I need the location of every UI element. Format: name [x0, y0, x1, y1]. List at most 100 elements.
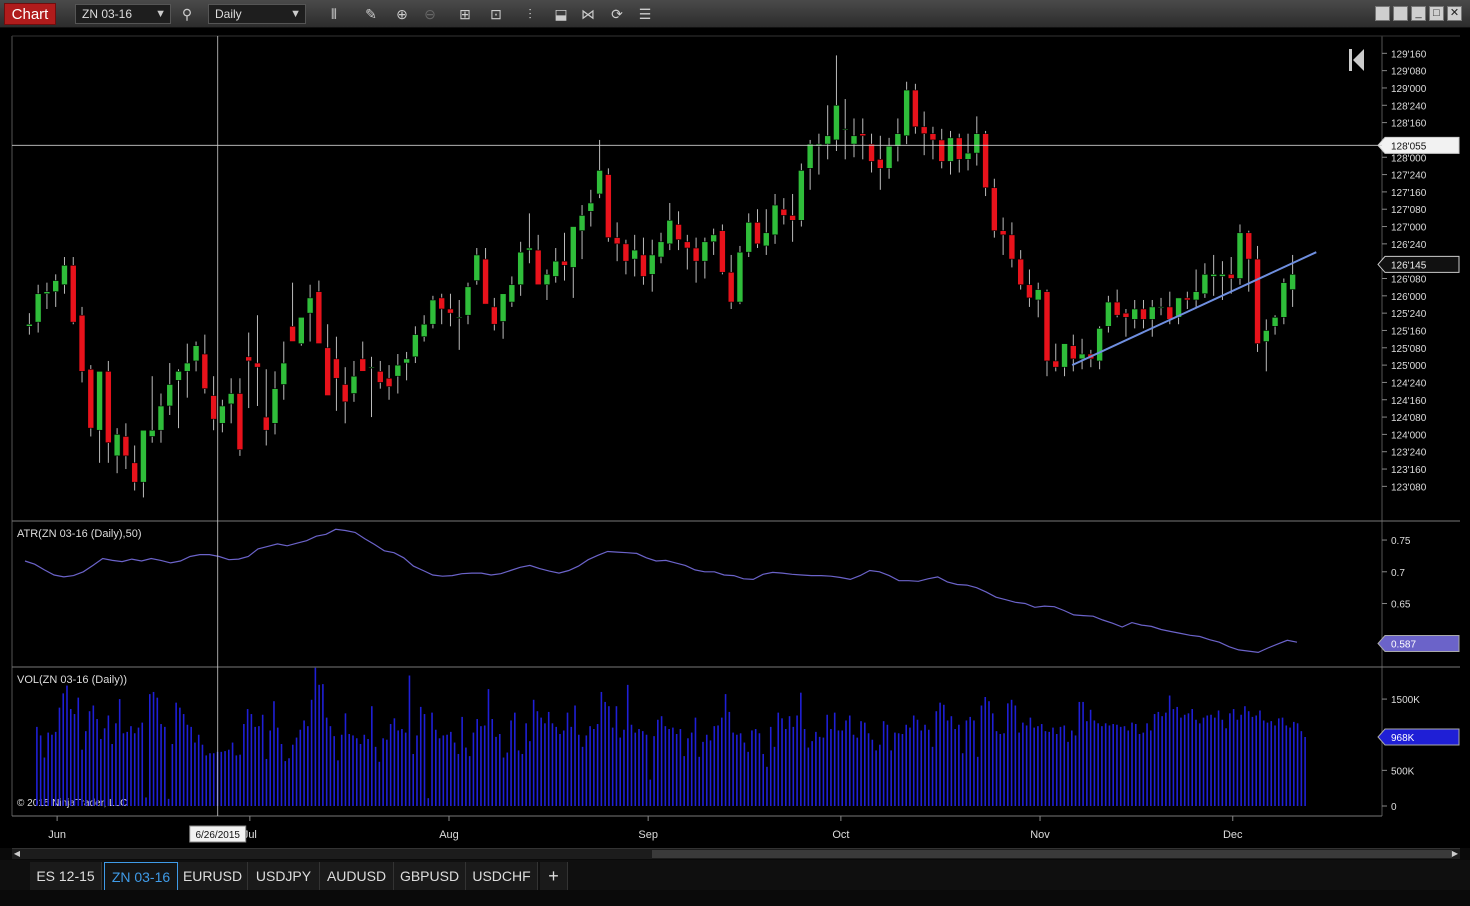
candle-body: [394, 364, 402, 377]
indicators-icon[interactable]: ⫶: [520, 4, 540, 24]
candle-body: [1192, 291, 1200, 301]
drawing-tool-pencil-icon[interactable]: ✎: [361, 4, 381, 24]
tab-gbpusd[interactable]: GBPUSD: [394, 862, 466, 890]
candle-body: [420, 323, 428, 338]
price-marker-label: 128'055: [1391, 141, 1427, 152]
price-axis-label: 126'080: [1391, 275, 1427, 286]
candle-body: [1113, 301, 1121, 316]
price-axis-label: 124'000: [1391, 430, 1427, 441]
close-icon[interactable]: ✕: [1447, 6, 1462, 21]
price-axis-label: 124'240: [1391, 378, 1427, 389]
horizontal-scrollbar[interactable]: ◀ ▶: [12, 848, 1460, 859]
reload-icon[interactable]: ⟳: [607, 4, 627, 24]
price-axis-label: 124'080: [1391, 413, 1427, 424]
candle-body: [771, 204, 779, 236]
candle-body: [613, 237, 621, 245]
candle-body: [1008, 234, 1016, 260]
candle-body: [569, 226, 577, 268]
zoom-out-icon[interactable]: ⊖: [420, 4, 440, 24]
chart-canvas[interactable]: 129'160 129'080 129'000 128'240 128'160 128'0…: [0, 28, 1470, 848]
candle-body: [105, 371, 112, 444]
tab-usdjpy[interactable]: USDJPY: [248, 862, 320, 890]
candle-body: [850, 135, 858, 145]
chart-menu-button[interactable]: Chart: [4, 3, 56, 25]
candle-body: [824, 135, 831, 145]
candle-body: [1201, 274, 1209, 295]
scrollbar-thumb[interactable]: [652, 850, 1452, 858]
maximize-icon[interactable]: □: [1429, 6, 1444, 21]
candle-body: [1245, 232, 1253, 260]
tab-zn-03-16[interactable]: ZN 03-16: [104, 862, 178, 890]
tab-audusd[interactable]: AUDUSD: [320, 862, 394, 890]
candle-body: [1166, 306, 1174, 320]
minimize-icon[interactable]: _: [1411, 6, 1426, 21]
price-axis-label: 125'080: [1391, 344, 1427, 355]
candle-body: [964, 152, 972, 160]
candle-body: [648, 254, 656, 275]
candle-body: [710, 234, 717, 243]
properties-list-icon[interactable]: ☰: [635, 4, 655, 24]
candle-body: [780, 208, 788, 216]
candle-body: [999, 230, 1007, 236]
tab-usdchf[interactable]: USDCHF: [466, 862, 538, 890]
time-axis-label: Nov: [1030, 829, 1050, 841]
candle-body: [43, 291, 51, 295]
candle-body: [78, 314, 86, 372]
tab-eurusd[interactable]: EURUSD: [178, 862, 248, 890]
candle-body: [1078, 353, 1086, 360]
candle: [719, 224, 726, 275]
strategies-icon[interactable]: ⬓: [551, 4, 571, 24]
atr-value-label: 0.587: [1391, 640, 1416, 651]
scroll-left-icon[interactable]: ◀: [12, 849, 22, 859]
candle-body: [982, 133, 989, 189]
candle: [605, 168, 612, 242]
crosshair-grid-icon[interactable]: ⊞: [455, 4, 475, 24]
candle: [736, 245, 744, 305]
candle-body: [385, 377, 393, 387]
candle-body: [306, 297, 314, 314]
price-axis-label: 124'160: [1391, 396, 1427, 407]
price-axis-label: 123'080: [1391, 482, 1427, 493]
tile-left-icon[interactable]: [1375, 6, 1390, 21]
candle-body: [192, 345, 200, 362]
candle-body: [1096, 328, 1103, 362]
candle-body: [947, 137, 954, 162]
zoom-in-icon[interactable]: ⊕: [392, 4, 412, 24]
candle-body: [166, 384, 174, 407]
candle-body: [148, 429, 156, 437]
candle-body: [438, 297, 445, 310]
candle-body: [534, 249, 542, 286]
period-selector[interactable]: Daily ▼: [208, 4, 306, 24]
candle-body: [52, 280, 60, 292]
data-box-icon[interactable]: ⊡: [486, 4, 506, 24]
price-axis-label: 129'000: [1391, 84, 1427, 95]
candle-body: [499, 293, 507, 322]
price-axis-label: 125'160: [1391, 326, 1427, 337]
candle-body: [1043, 291, 1051, 362]
candle-body: [587, 202, 595, 212]
chart-trader-icon[interactable]: ⋈: [578, 4, 598, 24]
add-tab-button[interactable]: +: [540, 862, 568, 890]
time-axis-label: Oct: [832, 829, 849, 841]
copyright-text: © 2015 NinjaTrader, LLC: [17, 798, 127, 809]
price-axis-label: 123'160: [1391, 465, 1427, 476]
candle: [798, 163, 805, 227]
instrument-selector[interactable]: ZN 03-16 ▼: [75, 4, 171, 24]
tab-es-12-15[interactable]: ES 12-15: [30, 862, 102, 890]
scroll-right-icon[interactable]: ▶: [1450, 849, 1460, 859]
bottom-strip: [0, 890, 1470, 906]
search-icon[interactable]: ⚲: [177, 4, 197, 24]
candle-body: [245, 356, 252, 362]
candle: [991, 178, 998, 238]
candle-body: [341, 384, 349, 403]
candle-body: [929, 133, 937, 141]
candle-body: [1210, 274, 1217, 277]
bar-type-icon[interactable]: ⫴: [324, 4, 344, 24]
candle-body: [324, 347, 331, 396]
tile-right-icon[interactable]: [1393, 6, 1408, 21]
time-axis-label: Sep: [638, 829, 658, 841]
chevron-down-icon: ▼: [290, 8, 301, 20]
candle: [298, 316, 305, 346]
candle-body: [622, 243, 630, 262]
candle-body: [34, 293, 42, 323]
